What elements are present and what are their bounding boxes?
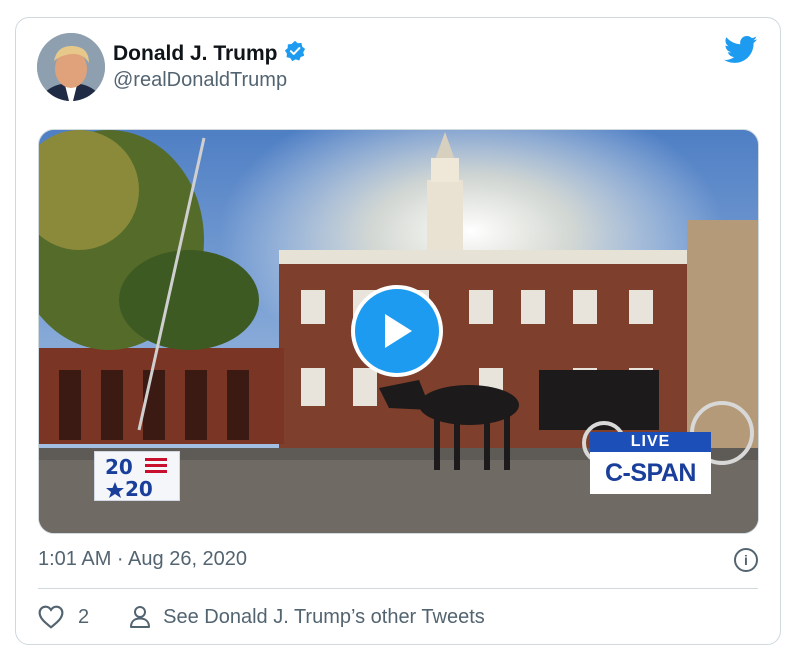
like-count: 2 [78,605,90,628]
divider [38,588,758,589]
star-icon [106,482,124,498]
author-handle[interactable]: @realDonaldTrump [113,69,287,92]
live-label: LIVE [590,432,711,452]
author-avatar[interactable] [37,33,105,101]
info-icon[interactable]: i [734,548,758,572]
see-other-tweets-label: See Donald J. Trump’s other Tweets [163,605,485,628]
tweet-timestamp[interactable]: 1:01 AM · Aug 26, 2020 [38,548,247,571]
tweet-actions: 2 See Donald J. Trump’s other Tweets [38,602,485,632]
like-button[interactable]: 2 [38,605,89,629]
heart-icon [38,605,64,629]
logo-2020-bottom: 20 [125,477,153,500]
play-button[interactable] [351,285,443,377]
author-name[interactable]: Donald J. Trump [113,42,278,66]
verified-badge-icon [284,40,306,68]
see-other-tweets-link[interactable]: See Donald J. Trump’s other Tweets [129,605,485,629]
cspan-live-badge: LIVE C-SPAN [590,432,711,494]
twitter-bird-icon[interactable] [724,36,758,69]
video-player[interactable]: 20 20 LIVE C-SPAN [38,129,759,534]
author-name-row[interactable]: Donald J. Trump [113,40,306,68]
tweet-card[interactable]: Donald J. Trump @realDonaldTrump 20 20 L… [15,17,781,645]
person-icon [130,606,151,628]
play-icon [385,314,412,348]
dnc-2020-logo: 20 20 [94,451,180,501]
cspan-logo: C-SPAN [590,452,711,494]
logo-2020-top: 20 [105,455,133,479]
